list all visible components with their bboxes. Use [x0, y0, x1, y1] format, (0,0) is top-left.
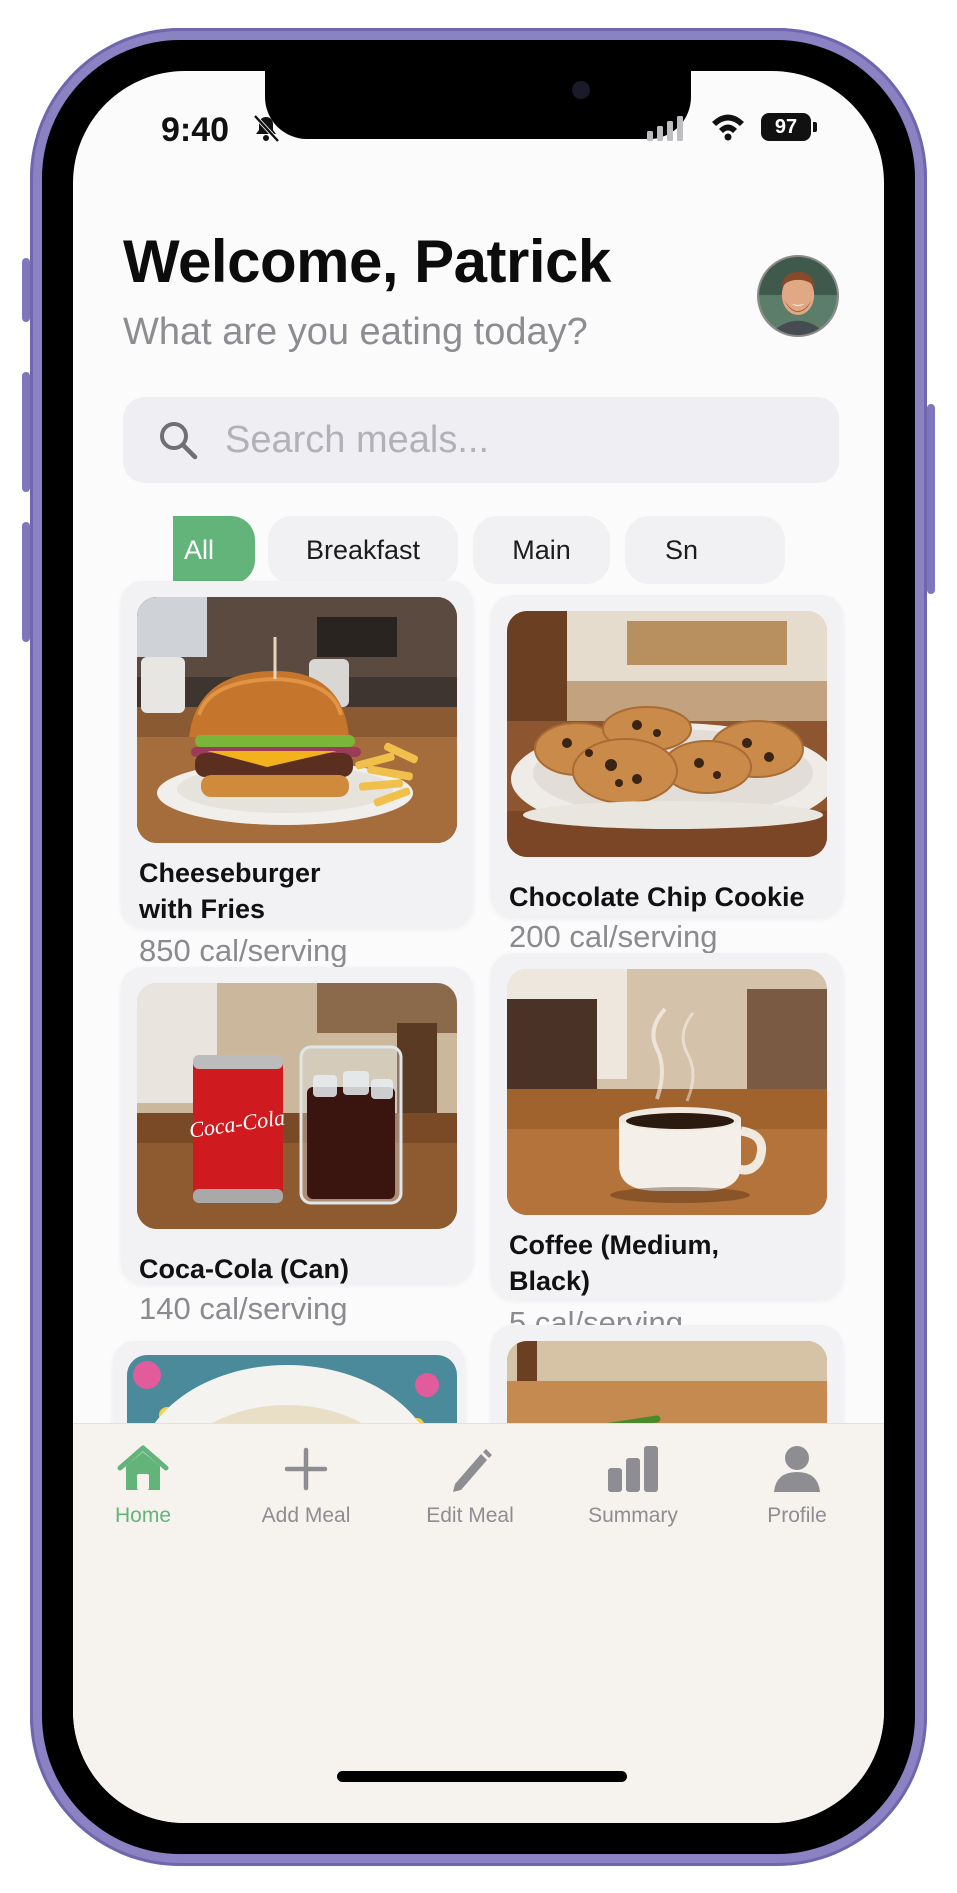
meal-name-line: Cheeseburger	[139, 858, 321, 888]
tab-summary[interactable]: Summary	[563, 1442, 703, 1552]
tab-home[interactable]: Home	[73, 1442, 213, 1552]
tab-add-meal[interactable]: Add Meal	[236, 1442, 376, 1552]
power-button	[927, 404, 935, 594]
meal-image-cookie	[507, 611, 827, 857]
meal-name-line: Coca-Cola (Can)	[139, 1254, 350, 1284]
tab-label: Summary	[588, 1504, 678, 1527]
meal-calories: 140 cal/serving	[139, 1291, 348, 1326]
avatar[interactable]	[757, 255, 839, 337]
tab-label: Profile	[767, 1504, 827, 1527]
wifi-icon	[712, 114, 744, 141]
tab-profile[interactable]: Profile	[727, 1442, 867, 1552]
meal-card[interactable]: Cheeseburger with Fries 850 cal/serving	[121, 581, 473, 968]
filter-chip-snacks[interactable]: Sn	[625, 516, 785, 584]
volume-down-button	[22, 522, 30, 642]
meal-image-cola: Coca-Cola	[137, 983, 457, 1229]
tab-label: Home	[114, 1504, 172, 1527]
meal-image-cheeseburger	[137, 597, 457, 843]
camera-dot	[572, 81, 590, 99]
app-screen: 9:40 97 Welcome, Patrick What are you ea…	[73, 71, 884, 1823]
meal-name-line: Coffee (Medium,	[509, 1230, 720, 1260]
meal-calories: 200 cal/serving	[509, 919, 718, 954]
status-time: 9:40	[161, 111, 230, 149]
meal-card[interactable]: Chocolate Chip Cookie 200 cal/serving	[491, 595, 843, 954]
search-input[interactable]	[225, 397, 815, 483]
home-indicator[interactable]	[337, 1771, 627, 1782]
filter-chip-main[interactable]: Main	[473, 516, 610, 584]
battery-indicator: 97	[761, 113, 811, 141]
tab-label: Edit Meal	[426, 1504, 514, 1527]
meal-card[interactable]: Coffee (Medium, Black) 5 cal/serving	[491, 953, 843, 1340]
meal-card[interactable]: Coca-Cola Coca-Cola (Can) 140 cal/servin…	[121, 967, 473, 1326]
meal-name-line: Black)	[509, 1266, 591, 1296]
filter-chip-all[interactable]: All	[173, 516, 255, 584]
meal-image-coffee	[507, 969, 827, 1215]
pencil-icon	[453, 1449, 492, 1492]
meal-name-line: with Fries	[139, 894, 266, 924]
filter-chip-breakfast[interactable]: Breakfast	[268, 516, 458, 584]
tab-edit-meal[interactable]: Edit Meal	[400, 1442, 540, 1552]
notch	[265, 71, 691, 139]
person-icon	[774, 1446, 820, 1492]
avatar-portrait	[759, 257, 837, 335]
search-icon	[160, 422, 198, 460]
page-subtitle: What are you eating today?	[123, 311, 588, 353]
plus-icon	[284, 1447, 328, 1491]
meal-calories: 850 cal/serving	[139, 933, 348, 968]
mute-switch	[22, 258, 30, 322]
battery-tip	[813, 122, 817, 132]
tab-bar: Home Add Meal Edit Meal Summary Profile	[73, 1423, 884, 1823]
tab-label: Add Meal	[261, 1504, 351, 1527]
category-filters: All Breakfast Main Sn	[173, 516, 839, 586]
meal-name-line: Chocolate Chip Cookie	[509, 882, 805, 912]
page-title: Welcome, Patrick	[123, 228, 611, 295]
bar-chart-icon	[608, 1446, 658, 1492]
volume-up-button	[22, 372, 30, 492]
signal-icon	[647, 116, 683, 141]
home-icon	[117, 1445, 169, 1490]
search-bar[interactable]	[123, 397, 839, 483]
